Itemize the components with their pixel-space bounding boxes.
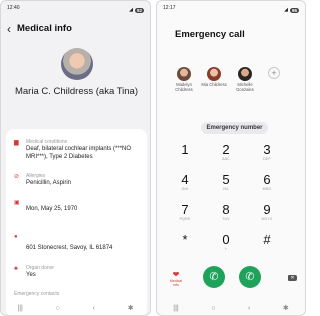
back-icon[interactable]: ‹ — [7, 23, 11, 35]
page-title: Emergency call — [175, 29, 245, 40]
emergency-call-screen: 12:17 ◢ 95 Emergency call Madelyn Childr… — [156, 0, 306, 316]
list-item-organ-donor[interactable]: ♣ Organ donor Yes — [14, 265, 142, 280]
list-item-allergies[interactable]: ⊘ Allergies Penicillin, Aspirin — [14, 173, 142, 188]
key-9[interactable]: 9 WXYZ — [254, 203, 280, 222]
medical-info-button[interactable]: ❤ Medical info — [167, 270, 185, 288]
key-hash[interactable]: # — [254, 233, 280, 251]
list-item-address[interactable]: ● 601 Stonecrest, Savoy, IL 61874 — [14, 233, 142, 253]
calendar-icon: ▣ — [14, 200, 20, 206]
call-button[interactable]: ✆ — [203, 266, 225, 288]
battery-icon: 92 — [134, 7, 144, 13]
status-bar: 12:40 ◢ 92 — [1, 1, 150, 15]
key-1[interactable]: 1 — [172, 143, 198, 161]
page-title: Medical info — [17, 23, 72, 34]
list-item-birthdate[interactable]: ▣ Mon, May 25, 1970 — [14, 199, 142, 214]
recents-icon[interactable]: ||| — [17, 305, 22, 312]
avatar — [61, 48, 93, 80]
heart-icon: ❤ — [172, 270, 180, 279]
battery-icon: 95 — [289, 7, 299, 13]
medical-info-screen: 12:40 ◢ 92 ‹ Medical info Maria C. Child… — [0, 0, 151, 316]
key-4[interactable]: 4 GHI — [172, 173, 198, 192]
signal-icon: ◢ — [284, 7, 288, 13]
home-icon[interactable]: ○ — [56, 305, 60, 312]
phone-icon: ✆ — [209, 271, 219, 283]
contact-madelyn[interactable]: Madelyn Childress — [171, 67, 197, 92]
status-time: 12:40 — [7, 5, 20, 11]
location-pin-icon: ● — [14, 234, 18, 240]
prohibited-icon: ⊘ — [14, 174, 20, 180]
status-bar: 12:17 ◢ 95 — [157, 1, 305, 15]
emergency-number-button[interactable]: Emergency number — [201, 122, 268, 134]
signal-icon: ◢ — [129, 7, 133, 13]
nav-bar: ||| ○ ‹ ✱ — [157, 301, 305, 315]
back-nav-icon[interactable]: ‹ — [248, 305, 250, 312]
avatar — [238, 67, 252, 81]
phone-wifi-icon: ✆ — [245, 271, 255, 283]
add-contact-button[interactable]: + — [268, 67, 280, 79]
key-2[interactable]: 2 ABC — [213, 143, 239, 162]
avatar — [207, 67, 221, 81]
key-3[interactable]: 3 DEF — [254, 143, 280, 162]
avatar — [177, 67, 191, 81]
home-icon[interactable]: ○ — [211, 305, 215, 312]
medical-info-card: ▆ Medical conditions Deaf, bilateral coc… — [6, 129, 147, 315]
accessibility-icon[interactable]: ✱ — [283, 304, 289, 312]
video-call-button[interactable]: ✆ — [239, 266, 261, 288]
nav-bar: ||| ○ ‹ ✱ — [1, 301, 150, 315]
key-8[interactable]: 8 TUV — [213, 203, 239, 222]
key-star[interactable]: * — [172, 233, 198, 251]
key-7[interactable]: 7 PQRS — [172, 203, 198, 222]
list-item-emergency-contacts[interactable]: Emergency contacts — [14, 291, 142, 298]
back-nav-icon[interactable]: ‹ — [93, 305, 95, 312]
contact-mia[interactable]: Mia Childress — [201, 67, 227, 88]
accessibility-icon[interactable]: ✱ — [128, 304, 134, 312]
key-5[interactable]: 5 JKL — [213, 173, 239, 192]
key-6[interactable]: 6 MNO — [254, 173, 280, 192]
owner-name: Maria C. Childress (aka Tina) — [14, 86, 138, 97]
status-time: 12:17 — [163, 5, 176, 11]
backspace-icon: ✕ — [290, 275, 295, 281]
contact-michelle[interactable]: Michelle Gonzales — [232, 67, 258, 92]
recents-icon[interactable]: ||| — [173, 305, 178, 312]
backspace-button[interactable]: ✕ — [288, 275, 297, 281]
list-item-conditions[interactable]: ▆ Medical conditions Deaf, bilateral coc… — [14, 139, 142, 161]
key-0[interactable]: 0 + — [213, 233, 239, 252]
clipboard-icon: ▆ — [14, 140, 19, 146]
organ-donor-icon: ♣ — [14, 266, 18, 272]
